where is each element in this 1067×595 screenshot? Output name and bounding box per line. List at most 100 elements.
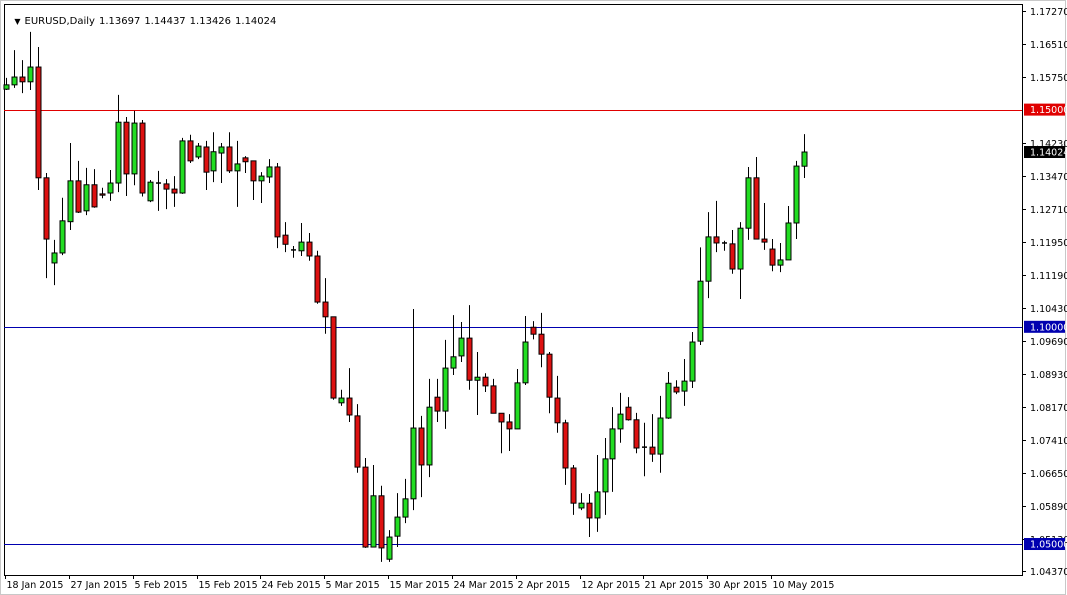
candle-body-bear bbox=[99, 193, 106, 196]
current-price-label: 1.14024 bbox=[1030, 148, 1067, 159]
candle-body-bull bbox=[115, 121, 122, 184]
x-tick-label: 21 Apr 2015 bbox=[645, 580, 704, 591]
candle-body-bear bbox=[43, 177, 50, 240]
level-price-label: 1.15000 bbox=[1030, 105, 1067, 116]
candle-body-bear bbox=[378, 495, 385, 549]
candle-body-bear bbox=[123, 121, 130, 175]
candle-body-bear bbox=[482, 376, 489, 387]
candle-body-bear bbox=[163, 183, 170, 190]
y-tick-label: 1.05890 bbox=[1030, 502, 1067, 513]
candle-body-bull bbox=[210, 151, 217, 172]
candle bbox=[330, 316, 337, 400]
candle-body-bear bbox=[673, 386, 680, 393]
candle-body-bear bbox=[418, 427, 425, 466]
candle-body-bear bbox=[19, 76, 26, 83]
candle-body-bear bbox=[139, 122, 146, 194]
candle-body-bear bbox=[753, 177, 760, 240]
chart-background bbox=[0, 0, 1067, 595]
candle-body-bull bbox=[665, 382, 672, 419]
y-tick-label: 1.08930 bbox=[1030, 370, 1067, 381]
y-tick-label: 1.15750 bbox=[1030, 73, 1067, 84]
candle-body-bear bbox=[490, 385, 497, 414]
x-tick-label: 24 Mar 2015 bbox=[454, 580, 514, 591]
candle-body-bear bbox=[713, 236, 720, 244]
x-tick-label: 24 Feb 2015 bbox=[262, 580, 321, 591]
y-tick-label: 1.16510 bbox=[1030, 40, 1067, 51]
symbol-timeframe: EURUSD,Daily bbox=[24, 16, 95, 27]
candle-body-bull bbox=[785, 222, 792, 261]
candle-body-bear bbox=[546, 353, 553, 398]
y-tick-label: 1.12710 bbox=[1030, 205, 1067, 216]
triangle-down-icon[interactable]: ▼ bbox=[14, 17, 20, 26]
candle-body-bull bbox=[402, 498, 409, 518]
ohlc-close: 1.14024 bbox=[235, 16, 277, 27]
candle-body-bull bbox=[3, 84, 10, 90]
candle-body-bull bbox=[681, 380, 688, 392]
candle-body-bear bbox=[729, 243, 736, 270]
candle-body-bull bbox=[147, 181, 154, 202]
candle bbox=[139, 120, 146, 197]
y-tick-label: 1.06650 bbox=[1030, 469, 1067, 480]
candle-body-bull bbox=[426, 406, 433, 466]
y-tick-label: 1.11190 bbox=[1030, 271, 1067, 282]
candle-body-bear bbox=[35, 66, 42, 179]
candle-body-bull bbox=[266, 166, 273, 178]
candle-body-bull bbox=[777, 259, 784, 266]
y-tick-label: 1.10430 bbox=[1030, 304, 1067, 315]
candle-body-bear bbox=[586, 502, 593, 519]
candle-body-bear bbox=[203, 146, 210, 173]
candle bbox=[314, 250, 321, 304]
candle-body-bear bbox=[187, 140, 194, 162]
level-price-label: 1.05000 bbox=[1030, 540, 1067, 551]
candle-body-bull bbox=[697, 280, 704, 342]
y-tick-label: 1.04370 bbox=[1030, 567, 1067, 578]
candle-body-bull bbox=[131, 122, 138, 175]
candle-body-bull bbox=[522, 341, 529, 384]
candle-body-bull bbox=[410, 427, 417, 500]
candle-body-bull bbox=[657, 417, 664, 455]
x-tick-label: 27 Jan 2015 bbox=[71, 580, 128, 591]
candle-body-bull bbox=[27, 66, 34, 83]
candle-body-bull bbox=[394, 516, 401, 537]
candle-body-bull bbox=[51, 252, 58, 264]
candle-body-bull bbox=[801, 151, 808, 167]
y-tick-label: 1.08170 bbox=[1030, 403, 1067, 414]
candle-body-bull bbox=[298, 241, 305, 252]
candle-body-bear bbox=[538, 333, 545, 355]
x-tick-label: 15 Mar 2015 bbox=[390, 580, 450, 591]
candle-body-bull bbox=[737, 227, 744, 270]
candle bbox=[35, 47, 42, 190]
candle-body-bear bbox=[649, 446, 656, 455]
candle-body-bear bbox=[274, 166, 281, 238]
candle-body-bull bbox=[107, 182, 114, 194]
candle-body-bull bbox=[83, 184, 90, 212]
candle-body-bear bbox=[498, 412, 505, 423]
candle-body-bear bbox=[466, 337, 473, 381]
candle-body-bull bbox=[11, 76, 18, 86]
y-tick-label: 1.09690 bbox=[1030, 337, 1067, 348]
candle-body-bear bbox=[314, 255, 321, 303]
candle-body-bear bbox=[625, 406, 632, 421]
y-tick-label: 1.17270 bbox=[1030, 7, 1067, 18]
candle-body-bear bbox=[242, 157, 249, 163]
candle-body-bull bbox=[602, 458, 609, 493]
candle-body-bear bbox=[346, 397, 353, 416]
candle-body-bear bbox=[633, 419, 640, 449]
candle-body-bull bbox=[195, 145, 202, 158]
candle-body-bear bbox=[530, 326, 537, 335]
candle-body-bull bbox=[689, 341, 696, 382]
x-tick-label: 2 Apr 2015 bbox=[518, 580, 571, 591]
candle-body-bull bbox=[442, 367, 449, 412]
y-tick-label: 1.07410 bbox=[1030, 436, 1067, 447]
candle-body-bull bbox=[370, 495, 377, 548]
candle-body-bear bbox=[554, 397, 561, 424]
candle-body-bull bbox=[59, 220, 66, 254]
y-tick-label: 1.11950 bbox=[1030, 238, 1067, 249]
candle-body-bear bbox=[226, 146, 233, 172]
x-tick-label: 5 Feb 2015 bbox=[135, 580, 188, 591]
price-chart[interactable]: 1.172701.165101.157501.142301.134701.127… bbox=[0, 0, 1067, 595]
candle-body-bull bbox=[234, 163, 241, 172]
x-tick-label: 12 Apr 2015 bbox=[582, 580, 641, 591]
candle-body-bear bbox=[171, 188, 178, 194]
candle-body-bear bbox=[75, 180, 82, 213]
